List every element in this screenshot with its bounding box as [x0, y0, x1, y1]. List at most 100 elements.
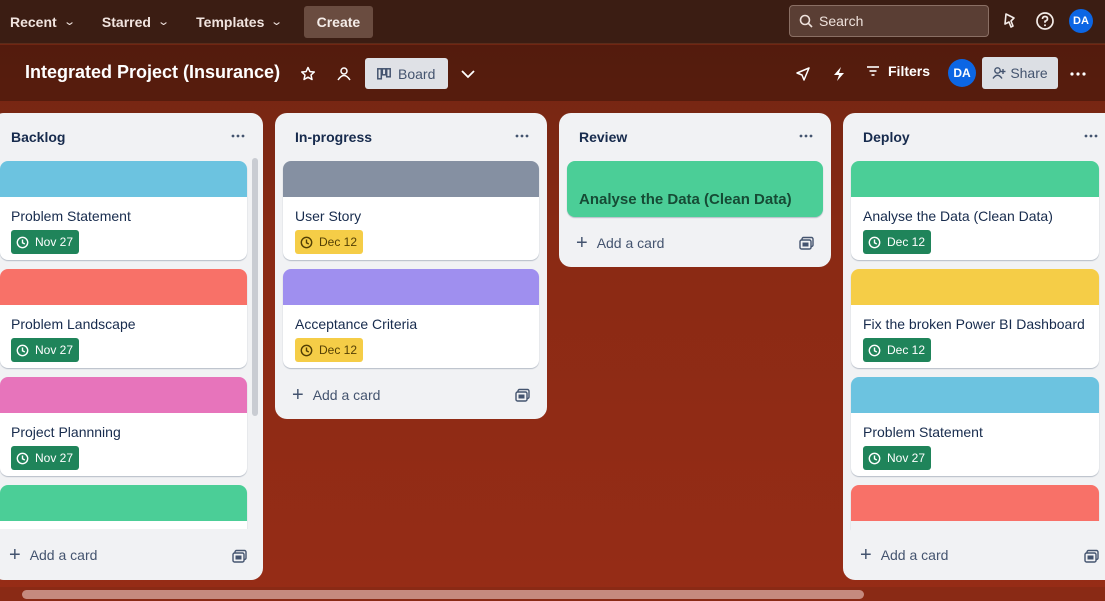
due-date: Nov 27: [887, 451, 926, 465]
card-cover: [0, 485, 247, 521]
list-item[interactable]: Project Plannning Nov 27: [0, 377, 247, 476]
recent-label: Recent: [10, 13, 57, 30]
help-icon[interactable]: [1034, 10, 1056, 32]
list-title[interactable]: Backlog: [11, 129, 65, 145]
chevron-down-icon: ⌄: [270, 16, 284, 28]
card-cover: [851, 377, 1099, 413]
due-date: Dec 12: [887, 343, 926, 357]
list-item[interactable]: Problem Statement Nov 27: [0, 161, 247, 260]
add-card-button[interactable]: + Add a card: [576, 232, 665, 254]
card-title: Project Plannning: [11, 424, 121, 440]
list-title[interactable]: In-progress: [295, 129, 372, 145]
notification-icon[interactable]: [998, 10, 1020, 32]
create-button[interactable]: Create: [303, 5, 374, 38]
filter-icon: [867, 66, 879, 76]
list-review: Review Analyse the Data (Clean Data) + A…: [559, 113, 831, 267]
plus-icon: +: [860, 544, 872, 566]
board-scrollbar-thumb[interactable]: [22, 590, 864, 599]
star-icon[interactable]: [297, 63, 319, 85]
board-view-label: Board: [398, 65, 436, 82]
add-card-button[interactable]: + Add a card: [292, 385, 381, 405]
list-title[interactable]: Review: [579, 129, 627, 145]
due-date-badge[interactable]: Nov 27: [11, 446, 80, 470]
search-input[interactable]: Search: [789, 5, 989, 37]
list-item[interactable]: [0, 485, 247, 529]
more-icon[interactable]: [512, 129, 532, 143]
add-card-button[interactable]: + Add a card: [860, 544, 949, 566]
due-date: Dec 12: [319, 343, 358, 357]
due-date-badge[interactable]: Nov 27: [11, 230, 80, 254]
clock-icon: [16, 452, 29, 464]
starred-menu[interactable]: Starred ⌄: [96, 7, 174, 37]
list-item[interactable]: Problem Landscape Nov 27: [0, 269, 247, 368]
list-item[interactable]: Analyse the Data (Clean Data) Dec 12: [851, 161, 1099, 260]
due-date-badge[interactable]: Nov 27: [11, 338, 80, 362]
add-card-label: Add a card: [880, 547, 949, 563]
add-card-label: Add a card: [312, 387, 381, 403]
due-date-badge[interactable]: Nov 27: [863, 446, 932, 470]
list-item[interactable]: Analyse the Data (Clean Data): [567, 161, 823, 217]
templates-menu[interactable]: Templates ⌄: [190, 7, 287, 37]
workspace-visibility-icon[interactable]: [333, 63, 355, 85]
due-date-badge[interactable]: Dec 12: [863, 230, 932, 254]
list-scrollbar[interactable]: [252, 158, 258, 416]
recent-menu[interactable]: Recent ⌄: [4, 7, 80, 37]
clock-icon: [16, 236, 29, 248]
card-title: Analyse the Data (Clean Data): [579, 191, 792, 208]
template-icon[interactable]: [1084, 548, 1100, 564]
add-member-icon: [992, 67, 1006, 79]
list-item[interactable]: Fix the broken Power BI Dashboard Dec 12: [851, 269, 1099, 368]
board-member-avatar[interactable]: DA: [948, 59, 976, 87]
due-date: Dec 12: [319, 235, 358, 249]
due-date-badge[interactable]: Dec 12: [295, 338, 364, 362]
card-title: Fix the broken Power BI Dashboard: [863, 316, 1085, 332]
due-date-badge[interactable]: Dec 12: [863, 338, 932, 362]
card-title: Analyse the Data (Clean Data): [863, 208, 1053, 224]
board-view-button[interactable]: Board: [365, 58, 448, 89]
clock-icon: [868, 344, 881, 356]
plus-icon: +: [9, 544, 21, 566]
plus-icon: +: [576, 232, 588, 254]
list-item[interactable]: Acceptance Criteria Dec 12: [283, 269, 539, 368]
template-icon[interactable]: [515, 387, 531, 403]
list-fade: [0, 529, 250, 538]
clock-icon: [868, 452, 881, 464]
template-icon[interactable]: [232, 548, 248, 564]
chevron-down-icon[interactable]: [457, 63, 479, 85]
board-title[interactable]: Integrated Project (Insurance): [25, 62, 280, 83]
more-icon[interactable]: [796, 129, 816, 143]
list-fade: [851, 521, 1105, 538]
card-title: Problem Statement: [863, 424, 983, 440]
more-icon[interactable]: [1081, 129, 1101, 143]
add-card-label: Add a card: [596, 235, 665, 251]
template-icon[interactable]: [799, 235, 815, 251]
due-date: Nov 27: [35, 235, 74, 249]
share-label: Share: [1010, 65, 1048, 81]
list-in-progress: In-progress User Story Dec 12 Acceptance…: [275, 113, 547, 419]
share-button[interactable]: Share: [982, 57, 1058, 89]
card-title: Problem Landscape: [11, 316, 136, 332]
card-cover: [283, 161, 539, 197]
list-item[interactable]: Problem Statement Nov 27: [851, 377, 1099, 476]
list-title[interactable]: Deploy: [863, 129, 910, 145]
templates-label: Templates: [196, 13, 265, 30]
card-cover: [851, 269, 1099, 305]
more-icon[interactable]: [1067, 63, 1089, 85]
add-card-button[interactable]: + Add a card: [9, 544, 98, 566]
card-cover: [283, 269, 539, 305]
card-title: Problem Statement: [11, 208, 131, 224]
filters-button[interactable]: Filters: [866, 63, 930, 79]
due-date: Nov 27: [35, 451, 74, 465]
clock-icon: [868, 236, 881, 248]
list-item[interactable]: User Story Dec 12: [283, 161, 539, 260]
card-cover: [0, 377, 247, 413]
more-icon[interactable]: [228, 129, 248, 143]
board-header: Integrated Project (Insurance) Board Fil…: [0, 45, 1105, 101]
automation-icon[interactable]: [828, 63, 850, 85]
due-date-badge[interactable]: Dec 12: [295, 230, 364, 254]
search-placeholder: Search: [819, 13, 864, 29]
avatar[interactable]: DA: [1069, 9, 1093, 33]
power-up-icon[interactable]: [792, 63, 814, 85]
add-card-label: Add a card: [29, 547, 98, 563]
card-title: Acceptance Criteria: [295, 316, 418, 332]
